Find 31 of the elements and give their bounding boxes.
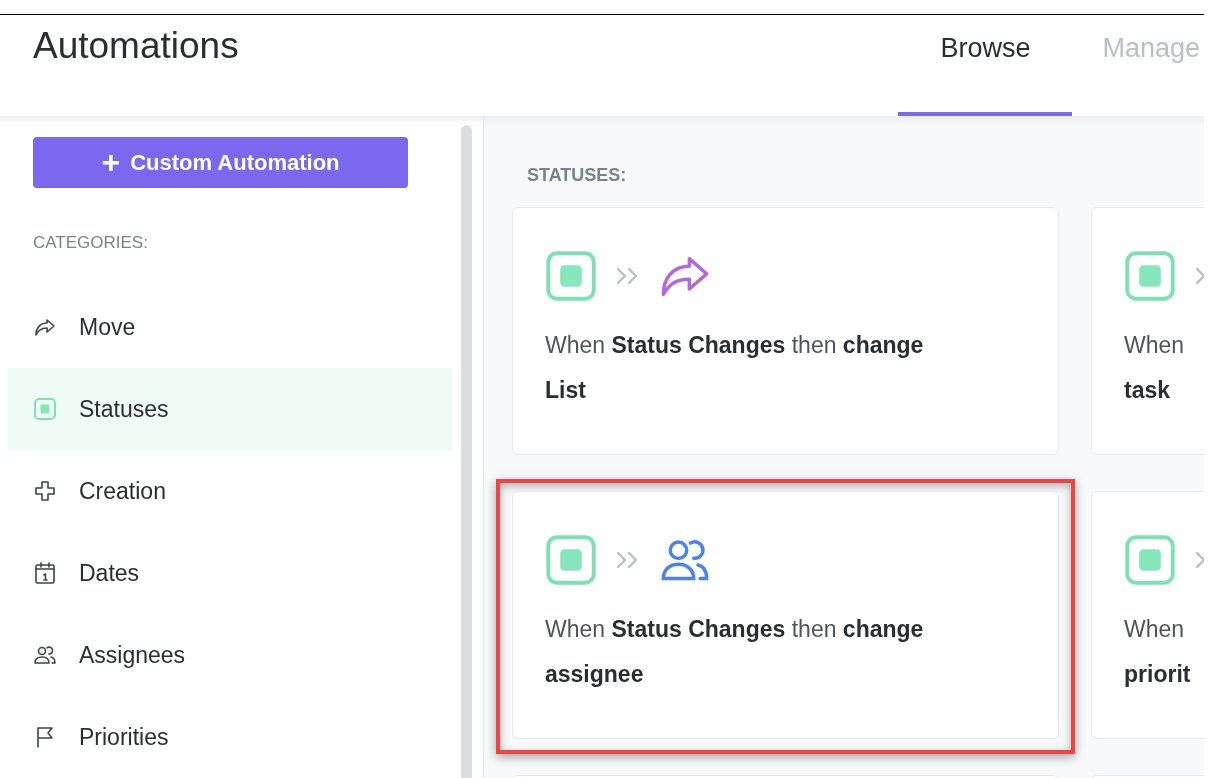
card-text: When [1124,331,1185,360]
automation-card[interactable]: When priorit [1091,491,1204,739]
card-text: List [545,376,586,405]
category-item[interactable]: Statuses [8,368,452,450]
custom-automation-button[interactable]: + Custom Automation [33,137,408,188]
card-text: When Status Changes then change [545,331,924,360]
card-text: When [1124,615,1185,644]
automation-card[interactable]: When Status Changes then change assignee [512,491,1059,739]
status-square-icon [1124,250,1176,302]
categories-heading: CATEGORIES: [33,231,148,254]
plus-icon: + [101,146,121,179]
category-item[interactable]: Dates [8,532,452,614]
card-text: assignee [545,660,644,689]
status-square-icon [545,534,597,586]
category-item[interactable]: Creation [8,450,452,532]
category-item[interactable]: Priorities [8,696,452,778]
calendar-icon [32,560,58,586]
scrollbar[interactable] [461,125,472,778]
category-item[interactable]: Assignees [8,614,452,696]
status-square-icon [32,396,58,422]
automation-card[interactable]: When Status Changes then change List [512,207,1059,455]
card-text: task [1124,376,1171,405]
category-item[interactable]: Move [8,286,452,368]
card-text: When Status Changes then change [545,615,924,644]
section-heading: STATUSES: [527,164,627,187]
card-text: priorit [1124,660,1191,689]
plus-outline-icon [32,478,58,504]
page-title: Automations [33,24,239,68]
automation-card[interactable]: When task [1091,207,1204,455]
status-square-icon [545,250,597,302]
status-square-icon [1124,534,1176,586]
